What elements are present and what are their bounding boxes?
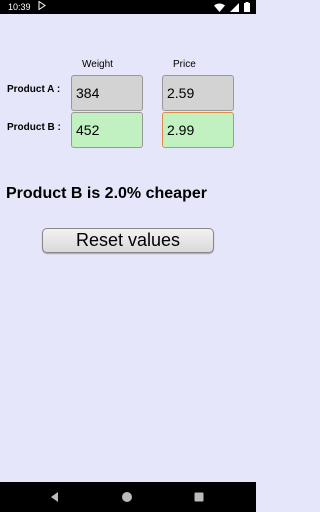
- product-b-label: Product B :: [7, 122, 61, 133]
- product-b-weight-value: 452: [76, 122, 100, 138]
- status-bar: 10:39: [0, 0, 256, 14]
- weight-column-header: Weight: [82, 59, 113, 70]
- product-a-price-input[interactable]: 2.59: [162, 75, 234, 111]
- product-a-label: Product A :: [7, 84, 61, 95]
- signal-icon: [230, 2, 239, 12]
- home-icon[interactable]: [120, 490, 134, 504]
- product-a-weight-input[interactable]: 384: [71, 75, 143, 111]
- product-b-weight-input[interactable]: 452: [71, 112, 143, 148]
- comparison-result: Product B is 2.0% cheaper: [6, 185, 207, 202]
- main-content: Weight Price Product A : 384 2.59 Produc…: [0, 14, 256, 482]
- product-a-weight-value: 384: [76, 85, 100, 101]
- product-a-price-value: 2.59: [167, 85, 195, 101]
- reset-values-button[interactable]: Reset values: [42, 228, 214, 253]
- recent-apps-icon[interactable]: [192, 490, 206, 504]
- play-store-icon: [38, 0, 46, 14]
- navigation-bar: [0, 482, 256, 512]
- wifi-icon: [214, 3, 225, 12]
- product-b-price-value: 2.99: [167, 122, 195, 138]
- status-time: 10:39: [8, 2, 31, 12]
- battery-icon: [244, 2, 250, 12]
- back-icon[interactable]: [48, 490, 62, 504]
- price-column-header: Price: [173, 59, 196, 70]
- product-b-price-input[interactable]: 2.99: [162, 112, 234, 148]
